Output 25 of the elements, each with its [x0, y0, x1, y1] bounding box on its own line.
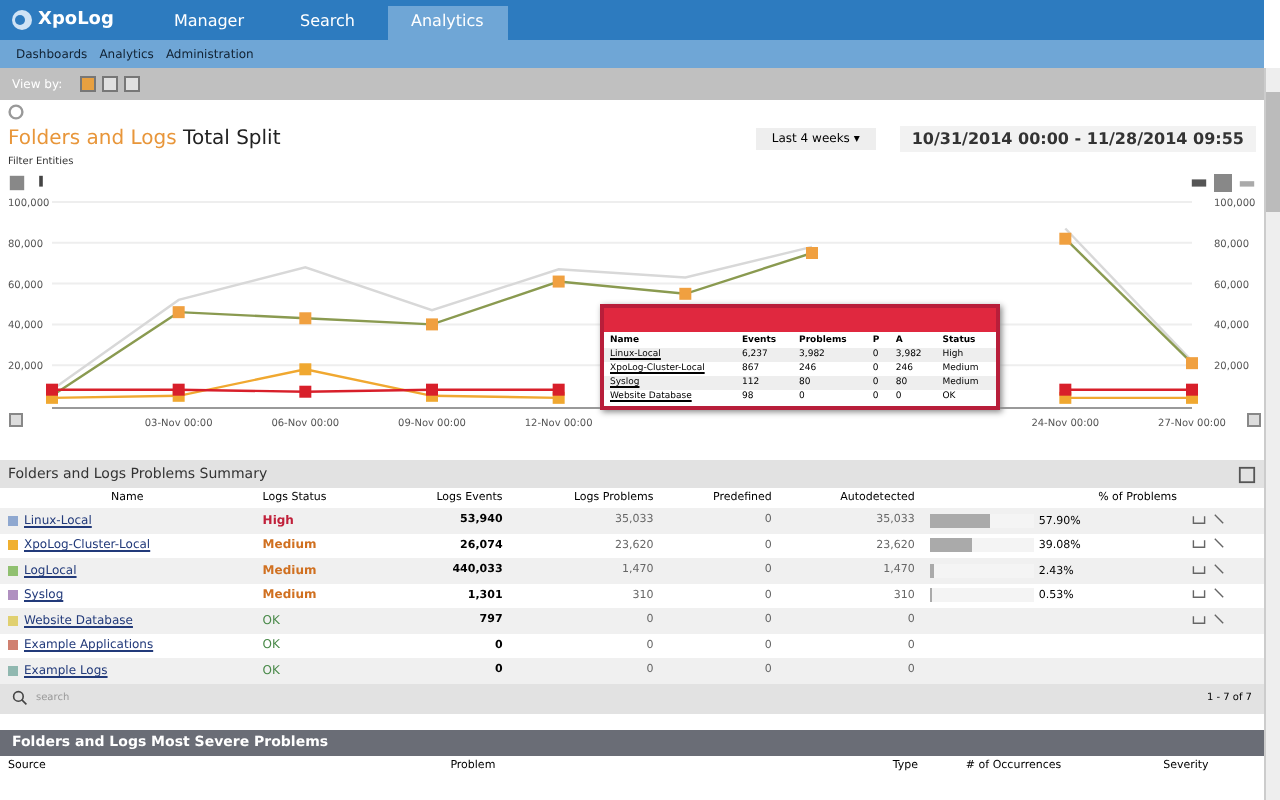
data-point [299, 363, 312, 376]
logo-icon [12, 10, 32, 30]
nav-tab[interactable]: Search [276, 6, 379, 40]
data-point [299, 385, 312, 398]
data-point [299, 312, 312, 325]
data-point [1059, 232, 1072, 245]
view-button[interactable] [124, 76, 141, 92]
series-line [1065, 396, 1192, 400]
nav-tab[interactable]: Manager [149, 6, 269, 40]
chart-title: Folders and Logs Total Split [8, 128, 281, 150]
data-point [679, 287, 692, 300]
view-button[interactable] [80, 76, 97, 92]
logo-text: XpoLog [38, 10, 114, 30]
date-range: 10/31/2014 00:00 - 11/28/2014 09:55 [899, 126, 1256, 152]
data-point [552, 275, 565, 288]
search-icon [12, 690, 28, 706]
data-point [426, 318, 438, 331]
scrollbar-thumb[interactable] [1266, 92, 1280, 212]
scroll-left-button[interactable] [9, 413, 23, 427]
data-point [806, 247, 818, 259]
data-point [172, 306, 185, 319]
scroll-right-button[interactable] [1247, 413, 1261, 427]
series-line [1065, 388, 1192, 391]
data-point [1186, 357, 1198, 370]
view-button[interactable] [102, 76, 119, 92]
